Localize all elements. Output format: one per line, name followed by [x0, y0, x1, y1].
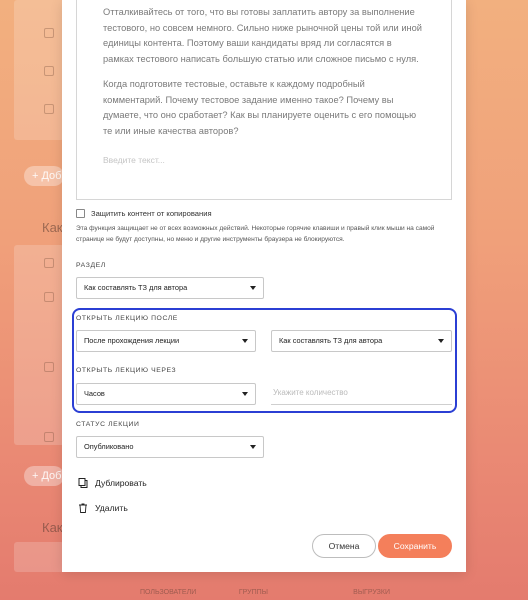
open-in-amount-placeholder: Укажите количество: [273, 388, 348, 397]
background-icon: [44, 362, 54, 372]
open-in-label: ОТКРЫТЬ ЛЕКЦИЮ ЧЕРЕЗ: [76, 367, 177, 374]
duplicate-label: Дублировать: [95, 478, 147, 488]
background-icon: [44, 292, 54, 302]
background-nav-groups: ГРУППЫ: [238, 589, 268, 596]
delete-button[interactable]: Удалить: [78, 503, 128, 513]
cancel-button[interactable]: Отмена: [312, 534, 376, 558]
open-after-label: ОТКРЫТЬ ЛЕКЦИЮ ПОСЛЕ: [76, 315, 178, 322]
status-label: СТАТУС ЛЕКЦИИ: [76, 421, 140, 428]
background-icon: [44, 104, 54, 114]
background-card: [14, 542, 64, 572]
open-in-unit-select[interactable]: Часов: [76, 383, 256, 405]
editor-paragraph: Отталкивайтесь от того, что вы готовы за…: [103, 7, 423, 64]
save-button[interactable]: Сохранить: [378, 534, 452, 558]
background-title: Как: [42, 520, 63, 535]
protect-content-row[interactable]: Защитить контент от копирования: [76, 209, 212, 218]
chevron-down-icon: [242, 392, 248, 396]
status-select-value: Опубликовано: [84, 442, 134, 451]
open-in-amount-input[interactable]: Укажите количество: [271, 383, 452, 405]
background-left-panel: + Доб Как + Доб Как: [0, 0, 64, 600]
chevron-down-icon: [250, 445, 256, 449]
protect-content-checkbox[interactable]: [76, 209, 85, 218]
background-icon: [44, 66, 54, 76]
editor-placeholder: Введите текст...: [103, 155, 165, 165]
chevron-down-icon: [242, 339, 248, 343]
chevron-down-icon: [438, 339, 444, 343]
background-icon: [44, 28, 54, 38]
delete-label: Удалить: [95, 503, 128, 513]
background-card: [14, 245, 64, 445]
duplicate-button[interactable]: Дублировать: [78, 478, 147, 488]
background-add-button: + Доб: [24, 466, 64, 486]
open-after-condition-value: После прохождения лекции: [84, 336, 180, 345]
status-select[interactable]: Опубликовано: [76, 436, 264, 458]
background-nav-exports: ВЫГРУЗКИ: [353, 589, 390, 596]
section-select[interactable]: Как составлять ТЗ для автора: [76, 277, 264, 299]
open-in-unit-value: Часов: [84, 389, 105, 398]
background-title: Как: [42, 220, 63, 235]
background-card: [14, 0, 64, 140]
copy-icon: [78, 478, 88, 488]
section-select-value: Как составлять ТЗ для автора: [84, 283, 188, 292]
lecture-settings-modal: Отталкивайтесь от того, что вы готовы за…: [62, 0, 466, 572]
background-icon: [44, 432, 54, 442]
background-add-button: + Доб: [24, 166, 64, 186]
open-after-condition-select[interactable]: После прохождения лекции: [76, 330, 256, 352]
lecture-text-editor[interactable]: Отталкивайтесь от того, что вы готовы за…: [76, 0, 452, 200]
protect-content-label: Защитить контент от копирования: [91, 209, 212, 218]
protect-content-hint: Эта функция защищает не от всех возможны…: [76, 225, 435, 243]
editor-paragraph: Когда подготовите тестовые, оставьте к к…: [103, 79, 417, 136]
open-after-lecture-select[interactable]: Как составлять ТЗ для автора: [271, 330, 452, 352]
chevron-down-icon: [250, 286, 256, 290]
background-icon: [44, 258, 54, 268]
trash-icon: [78, 503, 88, 513]
open-after-lecture-value: Как составлять ТЗ для автора: [279, 336, 383, 345]
section-label: РАЗДЕЛ: [76, 262, 106, 269]
background-nav-users: ПОЛЬЗОВАТЕЛИ: [140, 589, 197, 596]
